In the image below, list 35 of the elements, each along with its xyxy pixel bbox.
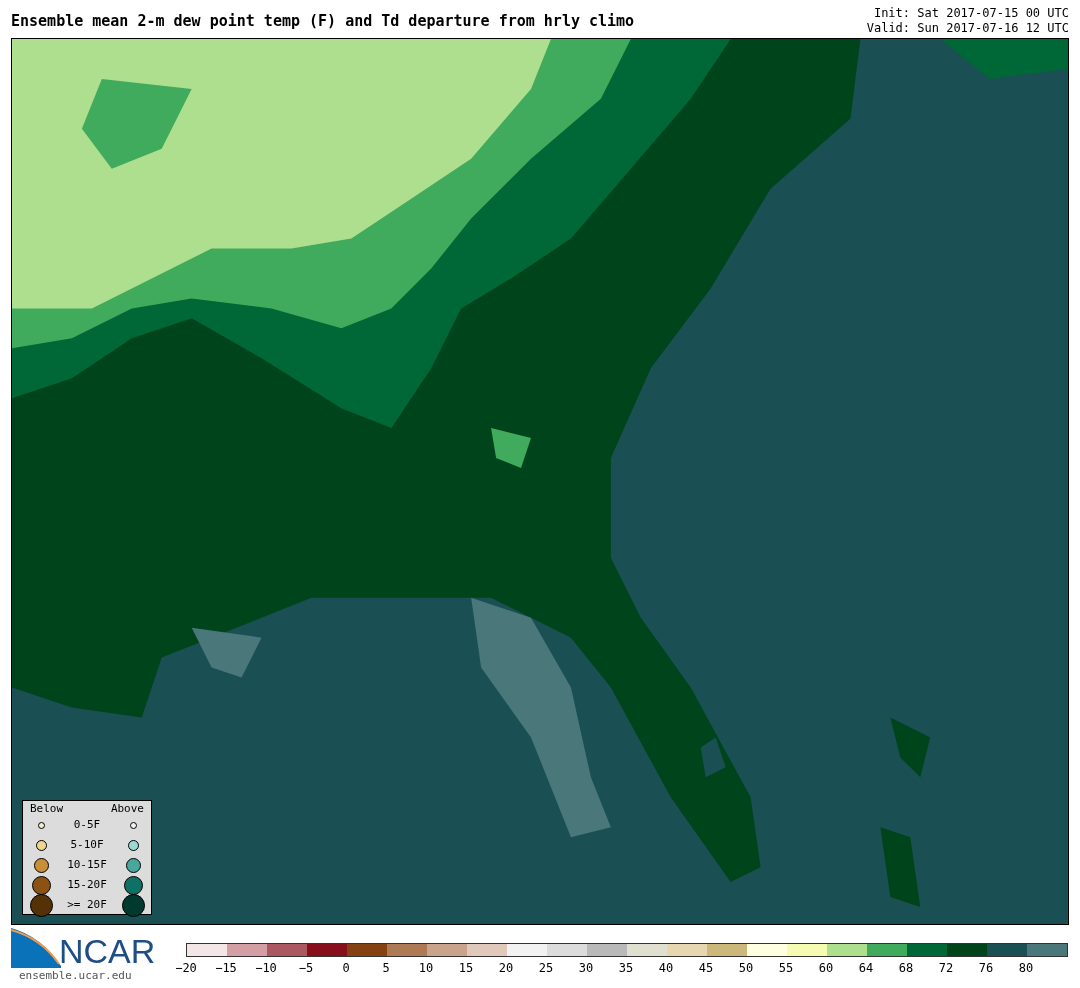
scale-tick-label: 72 <box>938 961 954 975</box>
legend-range: 0-5F <box>73 817 101 831</box>
scale-tick-label: 15 <box>458 961 474 975</box>
scale-tick-label: 40 <box>658 961 674 975</box>
scale-tick-label: −20 <box>175 961 197 975</box>
scale-tick-label: 80 <box>1018 961 1034 975</box>
scale-tick-label: 64 <box>858 961 874 975</box>
scale-tick-label: 5 <box>382 961 390 975</box>
scale-tick-label: 20 <box>498 961 514 975</box>
valid-time: Valid: Sun 2017-07-16 12 UTC <box>866 21 1069 36</box>
scale-tick-label: −10 <box>255 961 277 975</box>
logo-swoosh-icon <box>11 928 61 968</box>
scale-tick-label: 45 <box>698 961 714 975</box>
scale-tick-label: −15 <box>215 961 237 975</box>
scale-tick-label: 76 <box>978 961 994 975</box>
scale-tick-label: 10 <box>418 961 434 975</box>
scale-tick-label: 60 <box>818 961 834 975</box>
legend-range: 10-15F <box>67 857 107 871</box>
scale-tick-label: 68 <box>898 961 914 975</box>
scale-tick-label: 30 <box>578 961 594 975</box>
legend-below-header: Below <box>30 802 64 815</box>
scale-tick-label: −5 <box>298 961 314 975</box>
scale-tick-label: 0 <box>342 961 350 975</box>
site-url: ensemble.ucar.edu <box>19 968 133 984</box>
map-title: Ensemble mean 2-m dew point temp (F) and Td departure from hrly climo <box>11 14 635 29</box>
logo-text: NCAR <box>59 934 156 968</box>
scale-tick-label: 55 <box>778 961 794 975</box>
scale-tick-label: 50 <box>738 961 754 975</box>
init-time: Init: Sat 2017-07-15 00 UTC <box>873 6 1069 21</box>
legend-range: >= 20F <box>67 897 107 911</box>
legend-above-header: Above <box>110 802 144 815</box>
scale-tick-label: 35 <box>618 961 634 975</box>
legend-range: 15-20F <box>67 877 107 891</box>
legend-range: 5-10F <box>70 837 104 851</box>
scale-tick-label: 25 <box>538 961 554 975</box>
